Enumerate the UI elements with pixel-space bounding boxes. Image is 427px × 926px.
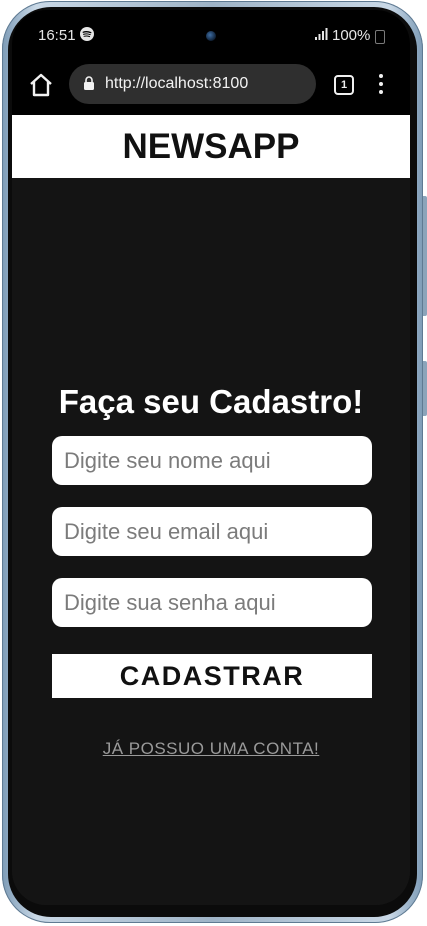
url-text: http://localhost:8100	[105, 75, 249, 92]
battery-icon	[375, 30, 385, 44]
screen: 16:51 100% http://localhost:8100 1 NEWSA…	[12, 10, 410, 905]
front-camera	[206, 31, 216, 41]
password-input[interactable]	[52, 578, 372, 627]
home-icon[interactable]	[28, 72, 54, 98]
app-header: NEWSAPP	[12, 115, 410, 178]
overflow-menu-icon[interactable]	[378, 74, 384, 96]
spotify-icon	[80, 27, 94, 41]
volume-button	[423, 196, 427, 316]
signup-button[interactable]: CADASTRAR	[52, 654, 372, 698]
email-input[interactable]	[52, 507, 372, 556]
signup-heading: Faça seu Cadastro!	[58, 383, 364, 420]
battery-text: 100%	[332, 27, 371, 44]
address-bar[interactable]: http://localhost:8100	[69, 64, 316, 104]
login-link[interactable]: JÁ POSSUO UMA CONTA!	[12, 739, 410, 759]
status-time: 16:51	[38, 27, 76, 44]
power-button	[423, 361, 427, 416]
signup-content: Faça seu Cadastro! CADASTRAR JÁ POSSUO U…	[12, 178, 410, 905]
lock-icon	[84, 76, 94, 90]
status-bar: 16:51 100%	[12, 10, 410, 60]
signal-icon	[315, 28, 328, 40]
app-title: NEWSAPP	[122, 127, 300, 166]
name-input[interactable]	[52, 436, 372, 485]
browser-toolbar: http://localhost:8100 1	[12, 60, 410, 115]
tab-switcher-icon[interactable]: 1	[334, 75, 354, 95]
